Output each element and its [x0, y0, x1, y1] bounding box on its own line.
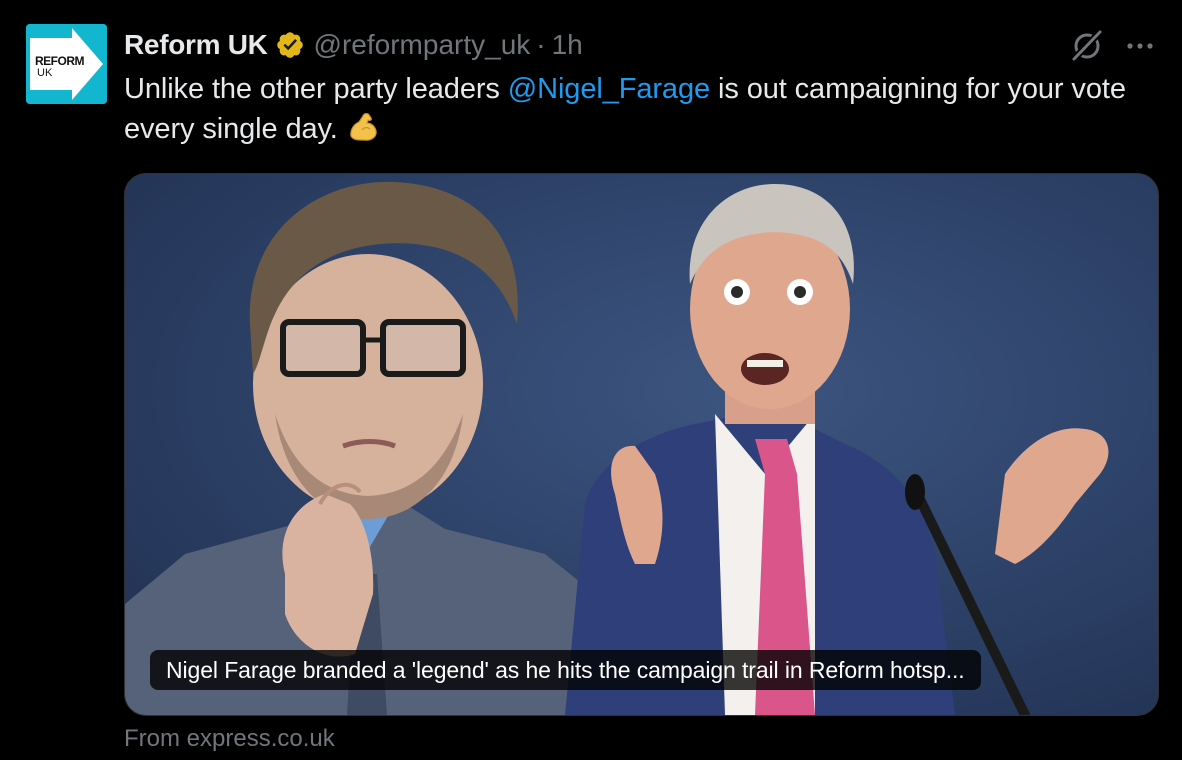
mention-link[interactable]: @Nigel_Farage — [508, 73, 710, 105]
separator-dot: · — [536, 29, 546, 60]
verified-badge-icon[interactable] — [275, 30, 305, 60]
author-name[interactable]: Reform UK — [124, 29, 268, 61]
timestamp[interactable]: 1h — [552, 29, 583, 61]
avatar-logo-subtext: UK — [37, 67, 53, 79]
avatar[interactable]: REFORM UK — [26, 24, 107, 104]
author-handle[interactable]: @reformparty_uk — [314, 29, 531, 61]
card-source-domain[interactable]: From express.co.uk — [124, 725, 335, 753]
flexed-biceps-icon — [346, 110, 380, 155]
grok-icon[interactable] — [1068, 26, 1106, 64]
tweet-text-part1: Unlike the other party leaders — [124, 73, 508, 105]
tweet-header: Reform UK @reformparty_uk · 1h — [124, 27, 583, 63]
more-icon[interactable] — [1122, 28, 1158, 64]
card-caption[interactable]: Nigel Farage branded a 'legend' as he hi… — [150, 650, 981, 690]
tweet-text: Unlike the other party leaders @Nigel_Fa… — [124, 69, 1144, 155]
link-card[interactable]: Nigel Farage branded a 'legend' as he hi… — [124, 173, 1159, 716]
avatar-logo-text: REFORM — [35, 54, 85, 68]
article-image — [125, 181, 1109, 715]
